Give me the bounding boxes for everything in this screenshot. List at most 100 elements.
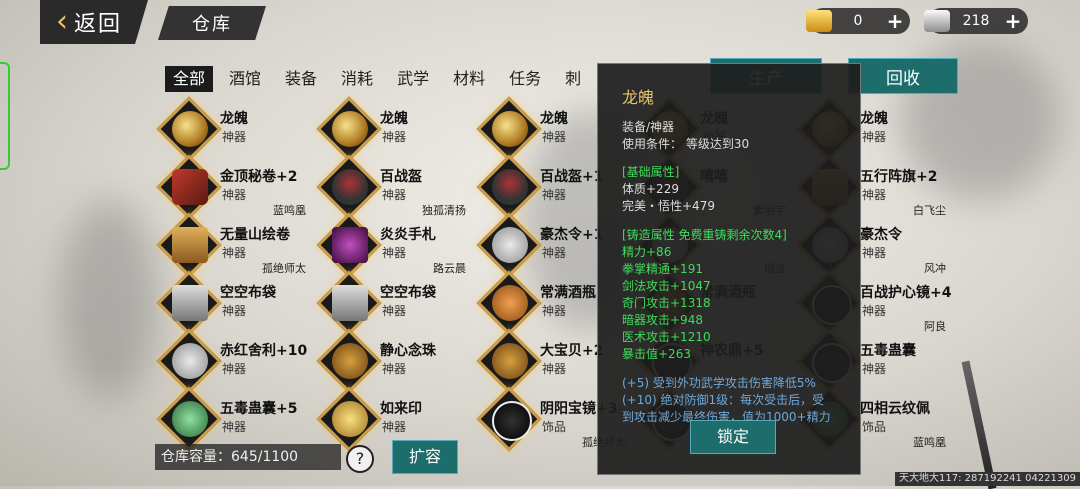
item-icon (492, 401, 532, 441)
expand-button[interactable]: 扩容 (392, 440, 458, 474)
silver-value: 218 (962, 13, 990, 29)
tooltip-forge-line: 奇门攻击+1318 (622, 296, 711, 310)
item-type: 神器 (222, 188, 247, 202)
back-label: 返回 (74, 12, 123, 37)
tooltip-requirement: 使用条件： 等级达到30 (622, 137, 750, 151)
item-name: 四相云纹佩 (860, 401, 930, 417)
item-icon (492, 227, 528, 263)
lock-button[interactable]: 锁定 (690, 420, 776, 454)
tooltip-base-line: 完美・悟性+479 (622, 199, 715, 213)
tab-equipment[interactable]: 装备 (277, 66, 325, 92)
tooltip-forge-line: 剑法攻击+1047 (622, 279, 711, 293)
item-type: 神器 (382, 362, 407, 376)
tab-martial[interactable]: 武学 (389, 66, 437, 92)
item-icon (172, 285, 208, 321)
item-slot[interactable]: 龙魄神器 (156, 96, 310, 162)
item-slot[interactable]: 无量山绘卷 神器 孤绝师太 (156, 212, 310, 278)
item-slot[interactable]: 如来印 神器 (316, 386, 470, 452)
item-name: 五毒蛊囊+5 (220, 401, 298, 417)
tab-material[interactable]: 材料 (445, 66, 493, 92)
top-bar: ‹ 返回 仓库 0 + 218 + (0, 0, 1080, 44)
page-title: 仓库 (158, 6, 266, 40)
item-slot[interactable]: 静心念珠 神器 (316, 328, 470, 394)
item-name: 龙魄 (540, 111, 568, 127)
item-type: 神器 (382, 188, 407, 202)
silver-counter: 218 + (924, 8, 1028, 34)
item-name: 龙魄 (380, 111, 408, 127)
help-icon[interactable]: ? (346, 445, 374, 473)
item-slot[interactable]: 空空布袋 神器 (316, 270, 470, 336)
item-name: 百战盔 (380, 169, 422, 185)
add-gold-icon[interactable]: + (884, 10, 906, 32)
tooltip-forge-line: 拳掌精通+191 (622, 262, 703, 276)
gold-ingot-icon (806, 10, 832, 32)
item-type: 神器 (382, 420, 407, 434)
item-name: 空空布袋 (220, 285, 276, 301)
item-type: 神器 (222, 246, 247, 260)
back-arrow-icon: ‹ (56, 4, 68, 39)
item-slot[interactable]: 赤红舍利+10 神器 (156, 328, 310, 394)
tooltip-note-line: (+10) 绝对防御1级：每次受击后，受 (622, 393, 825, 407)
item-icon (492, 169, 528, 205)
item-type: 神器 (542, 246, 567, 260)
item-type: 饰品 (862, 420, 887, 434)
item-slot[interactable]: 龙魄神器 (316, 96, 470, 162)
item-owner: 蓝鸣凰 (913, 436, 946, 449)
item-type: 神器 (222, 304, 247, 318)
side-tab-handle[interactable] (0, 62, 10, 170)
item-name: 空空布袋 (380, 285, 436, 301)
item-type: 神器 (542, 188, 567, 202)
item-type: 神器 (862, 362, 887, 376)
capacity-value: 645/1100 (231, 449, 299, 465)
item-name: 百战盔+1 (540, 169, 604, 185)
item-name: 大宝贝+2 (540, 343, 604, 359)
item-icon (172, 343, 208, 379)
item-type: 神器 (222, 420, 247, 434)
item-icon (332, 227, 368, 263)
capacity-label: 仓库容量： (161, 449, 231, 465)
item-type: 神器 (862, 130, 887, 144)
item-type: 神器 (862, 304, 887, 318)
tab-tavern[interactable]: 酒馆 (221, 66, 269, 92)
add-silver-icon[interactable]: + (1002, 10, 1024, 32)
item-slot[interactable]: 空空布袋 神器 (156, 270, 310, 336)
item-type: 神器 (382, 130, 407, 144)
tooltip-base-line: 体质+229 (622, 182, 679, 196)
tooltip-forge-line: 暗器攻击+948 (622, 313, 703, 327)
item-slot[interactable]: 百战盔 神器 独孤清扬 (316, 154, 470, 220)
tab-consumable[interactable]: 消耗 (333, 66, 381, 92)
back-button[interactable]: ‹ 返回 (40, 0, 148, 44)
footer-id: 天大地大117: 287192241 04221309 (895, 472, 1080, 486)
item-type: 神器 (862, 188, 887, 202)
item-icon (332, 169, 368, 205)
item-name: 豪杰令+1 (540, 227, 604, 243)
item-name: 百战护心镜+4 (860, 285, 952, 301)
tooltip-forge-line: 医术攻击+1210 (622, 330, 711, 344)
tooltip-item-name: 龙魄 (622, 88, 655, 107)
item-icon (172, 111, 208, 147)
item-icon (492, 343, 528, 379)
item-icon (332, 111, 368, 147)
item-type: 神器 (542, 362, 567, 376)
item-type: 饰品 (542, 420, 567, 434)
tab-quest[interactable]: 任务 (501, 66, 549, 92)
item-slot[interactable]: 五毒蛊囊+5 神器 (156, 386, 310, 452)
item-name: 炎炎手札 (380, 227, 436, 243)
tab-all[interactable]: 全部 (165, 66, 214, 92)
item-icon (492, 111, 528, 147)
item-type: 神器 (542, 130, 567, 144)
recycle-button[interactable]: 回收 (848, 58, 958, 94)
item-type: 神器 (382, 304, 407, 318)
gold-value: 0 (853, 13, 863, 29)
item-icon (332, 285, 368, 321)
item-type: 神器 (222, 362, 247, 376)
item-slot[interactable]: 炎炎手札 神器 路云晨 (316, 212, 470, 278)
item-name: 常满酒瓶 (540, 285, 596, 301)
tab-misc[interactable]: 刺 (557, 66, 589, 92)
item-icon (332, 343, 368, 379)
item-icon (172, 227, 208, 263)
decor-sword (961, 360, 997, 489)
item-tooltip: 龙魄 装备/神器 使用条件： 等级达到30 [基础属性] 体质+229 完美・悟性+47… (597, 63, 861, 475)
item-slot[interactable]: 金顶秘卷+2 神器 蓝鸣凰 (156, 154, 310, 220)
tooltip-forge-header: [铸造属性 免费重铸剩余次数4] (622, 228, 787, 242)
